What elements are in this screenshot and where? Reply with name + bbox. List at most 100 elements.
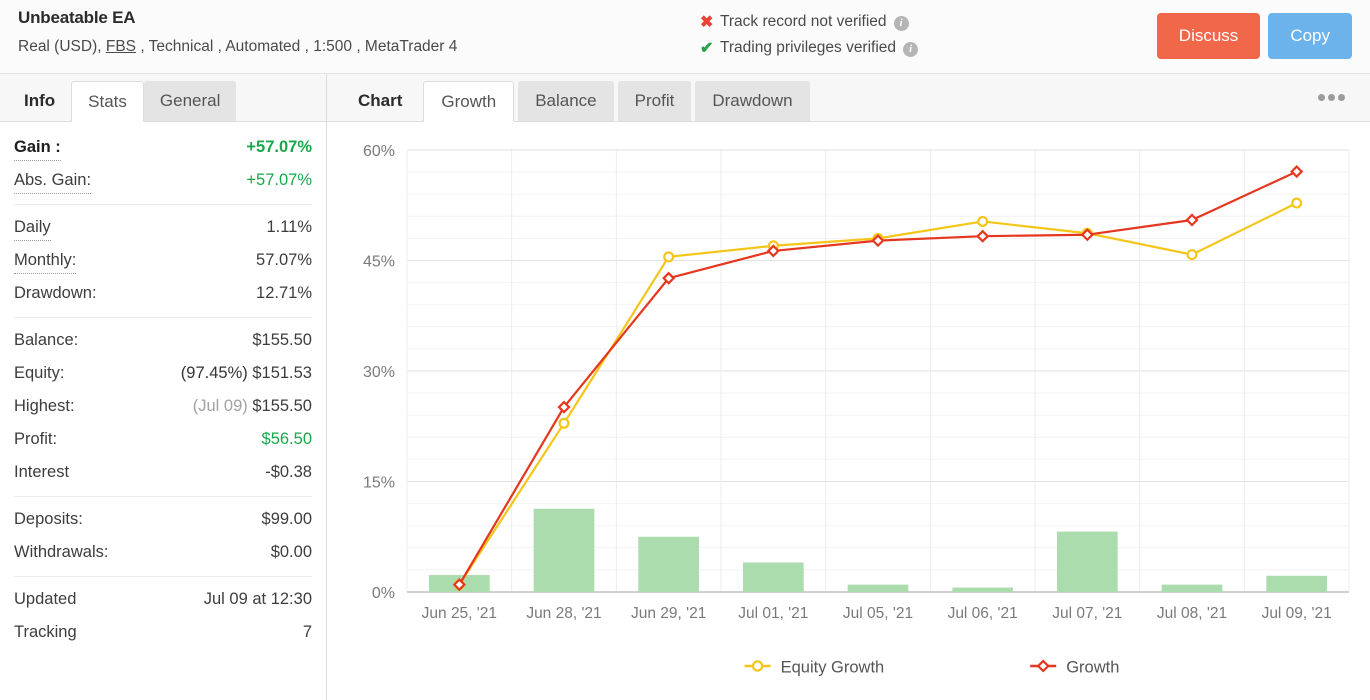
stat-value: -$0.38 xyxy=(265,463,312,481)
stat-label[interactable]: Monthly: xyxy=(14,247,77,274)
stat-label: Profit: xyxy=(14,430,58,448)
sidebar-tab-general[interactable]: General xyxy=(143,81,237,121)
stat-value-wrap: 1.11% xyxy=(266,211,312,244)
stat-row: Drawdown: 12.71% xyxy=(14,277,312,310)
data-point-marker xyxy=(663,251,675,263)
stat-value: $56.50 xyxy=(261,430,312,448)
broker-link[interactable]: FBS xyxy=(106,38,136,55)
stat-row: Withdrawals: $0.00 xyxy=(14,536,312,569)
growth-chart-svg: 0% 15% 30% 45% 60% Jun 25, '21 Jun 28, '21 Jun … xyxy=(363,143,1350,677)
stat-row: Daily 1.11% xyxy=(14,211,312,244)
stat-value-wrap: Jul 09 at 12:30 xyxy=(204,583,312,616)
info-icon[interactable]: i xyxy=(893,15,909,31)
bar-3 xyxy=(742,562,804,592)
stat-row: Equity: (97.45%) $151.53 xyxy=(14,357,312,390)
stat-value-wrap: +57.07% xyxy=(246,164,312,197)
chart-tab-chart[interactable]: Chart xyxy=(341,81,419,121)
stat-value-wrap: 12.71% xyxy=(256,277,312,310)
legend-marker-0 xyxy=(751,660,764,672)
y-axis-tick-label: 15% xyxy=(363,475,395,492)
stats-divider xyxy=(14,496,312,497)
stat-label[interactable]: Daily xyxy=(14,214,51,241)
stats-divider xyxy=(14,576,312,577)
chart-tab-drawdown[interactable]: Drawdown xyxy=(695,81,810,121)
stat-row: Profit: $56.50 xyxy=(14,423,312,456)
sidebar-tab-info[interactable]: Info xyxy=(8,81,71,121)
stats-divider xyxy=(14,204,312,205)
stat-label: Updated xyxy=(14,590,77,608)
discuss-button[interactable]: Discuss xyxy=(1156,13,1261,59)
stat-label: Withdrawals: xyxy=(14,543,109,561)
stat-label: Highest: xyxy=(14,397,75,415)
bar-8 xyxy=(1266,575,1328,592)
chart-tab-balance[interactable]: Balance xyxy=(518,81,614,121)
x-axis-tick-label: Jul 07, '21 xyxy=(1052,605,1122,622)
stat-row: Tracking 7 xyxy=(14,616,312,649)
chart-panel: Chart Growth Balance Profit Drawdown 0% 15% 30… xyxy=(327,74,1370,700)
y-axis-tick-label: 0% xyxy=(372,585,395,602)
stats-divider xyxy=(14,317,312,318)
x-axis-tick-label: Jun 29, '21 xyxy=(631,605,706,622)
stat-value-wrap: -$0.38 xyxy=(265,456,312,489)
stat-value: $0.00 xyxy=(270,543,312,561)
stat-row: Balance: $155.50 xyxy=(14,324,312,357)
stat-value-wrap: $0.00 xyxy=(271,536,312,569)
page-title: Unbeatable EA xyxy=(18,8,136,27)
legend-label-1[interactable]: Growth xyxy=(1066,659,1119,677)
bar-1 xyxy=(533,508,595,592)
stat-label[interactable]: Abs. Gain: xyxy=(14,167,92,194)
stat-value-wrap: 7 xyxy=(303,616,312,649)
legend-marker-1 xyxy=(1036,659,1050,673)
more-options-icon[interactable] xyxy=(1318,86,1352,108)
stat-value: $155.50 xyxy=(252,397,312,415)
stat-row: Monthly: 57.07% xyxy=(14,244,312,277)
y-axis-tick-label: 30% xyxy=(363,364,395,381)
sidebar-tabs: Info Stats General xyxy=(0,74,326,122)
x-axis-tick-label: Jul 08, '21 xyxy=(1157,605,1227,622)
stat-value: $155.50 xyxy=(252,331,312,349)
growth-chart: 0% 15% 30% 45% 60% Jun 25, '21 Jun 28, '21 Jun … xyxy=(327,122,1370,700)
stat-label: Drawdown: xyxy=(14,284,97,302)
copy-button[interactable]: Copy xyxy=(1268,13,1352,59)
stat-value-wrap: (97.45%) $151.53 xyxy=(181,357,312,390)
chart-tab-profit[interactable]: Profit xyxy=(617,81,692,121)
y-axis-tick-label: 60% xyxy=(363,143,395,160)
track-record-status: ✖ Track record not verified i xyxy=(700,9,918,35)
stat-value: +57.07% xyxy=(246,171,312,189)
data-point-marker xyxy=(558,417,570,429)
stat-row: Highest: (Jul 09) $155.50 xyxy=(14,390,312,423)
stat-value: 1.11% xyxy=(266,218,312,236)
info-icon[interactable]: i xyxy=(903,41,919,57)
stat-label: Tracking xyxy=(14,623,77,641)
stats-sidebar: Info Stats General Gain : +57.07% Abs. Gain:… xyxy=(0,74,327,700)
x-axis-tick-label: Jul 01, '21 xyxy=(738,605,808,622)
data-point-marker xyxy=(1291,197,1303,209)
stat-label: Equity: xyxy=(14,364,65,382)
x-mark-icon: ✖ xyxy=(700,14,714,31)
stat-label[interactable]: Gain : xyxy=(14,134,61,161)
trading-privileges-status: ✔ Trading privileges verified i xyxy=(700,35,919,61)
stat-value: 7 xyxy=(302,623,312,641)
stat-value-wrap: $155.50 xyxy=(252,324,312,357)
stat-value-wrap: $56.50 xyxy=(262,423,312,456)
trading-privileges-label: Trading privileges verified xyxy=(720,39,897,56)
y-axis-tick-label: 45% xyxy=(363,254,395,271)
chart-tab-growth[interactable]: Growth xyxy=(423,81,515,122)
chart-tabs: Chart Growth Balance Profit Drawdown xyxy=(327,74,1370,122)
account-meta-pre: Real (USD), xyxy=(18,38,106,55)
legend-label-0[interactable]: Equity Growth xyxy=(781,659,885,677)
stat-value: +57.07% xyxy=(246,138,312,156)
stat-label: Balance: xyxy=(14,331,79,349)
stat-value: 57.07% xyxy=(256,251,312,269)
sidebar-tab-stats[interactable]: Stats xyxy=(71,81,144,122)
x-axis-tick-label: Jul 06, '21 xyxy=(948,605,1018,622)
page-header: Unbeatable EA Real (USD), FBS , Technica… xyxy=(0,0,1370,74)
header-actions: Discuss Copy xyxy=(1156,13,1352,59)
stat-label: Deposits: xyxy=(14,510,83,528)
check-mark-icon: ✔ xyxy=(700,40,714,57)
stat-value-prefix: (97.45%) xyxy=(180,364,248,382)
bar-2 xyxy=(638,536,700,592)
stat-value-wrap: $99.00 xyxy=(262,503,312,536)
stat-value-wrap: (Jul 09) $155.50 xyxy=(193,390,312,423)
bar-7 xyxy=(1161,584,1223,592)
